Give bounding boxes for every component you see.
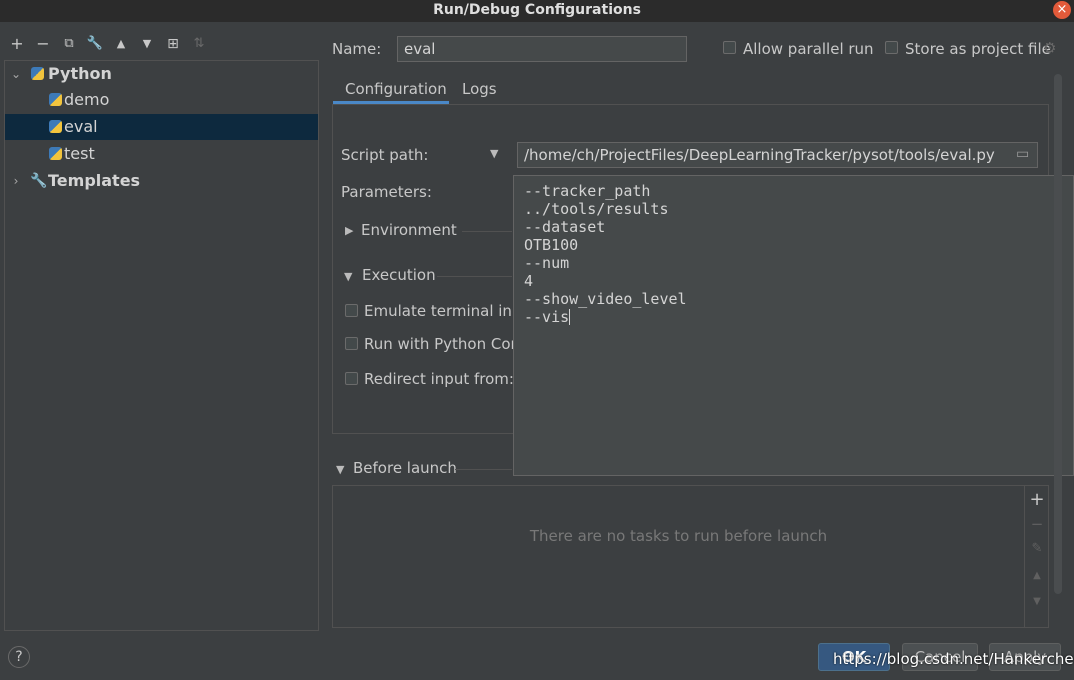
parameters-text: --tracker_path ../tools/results --datase… bbox=[524, 182, 687, 326]
name-input[interactable]: eval bbox=[397, 36, 687, 62]
chevron-right-icon[interactable]: ▶ bbox=[345, 224, 353, 237]
configurations-tree: ⌄ Python demo eval test › 🔧 Templates bbox=[4, 60, 319, 631]
sort-icon[interactable]: ⇅ bbox=[189, 34, 209, 54]
close-icon[interactable]: × bbox=[1053, 1, 1071, 19]
tree-label: test bbox=[64, 144, 95, 163]
scrollbar[interactable] bbox=[1054, 74, 1062, 594]
copy-icon[interactable]: ⧉ bbox=[59, 34, 79, 54]
divider bbox=[455, 469, 512, 470]
folder-icon[interactable]: ▭ bbox=[1016, 146, 1029, 162]
watermark: https://blog.csdn.net/Hankerchen bbox=[833, 650, 1074, 668]
store-project-label: Store as project file bbox=[905, 40, 1051, 58]
python-icon bbox=[49, 147, 62, 160]
environment-section[interactable]: Environment bbox=[361, 221, 457, 239]
tree-item-templates[interactable]: › 🔧 Templates bbox=[5, 168, 318, 194]
script-type-dropdown-icon[interactable]: ▼ bbox=[490, 147, 498, 160]
chevron-down-icon[interactable]: ▼ bbox=[336, 463, 344, 476]
tree-item-eval[interactable]: eval bbox=[5, 114, 318, 140]
window-title: Run/Debug Configurations bbox=[0, 0, 1074, 22]
emulate-terminal-checkbox[interactable] bbox=[345, 304, 358, 317]
help-button[interactable]: ? bbox=[8, 646, 30, 668]
move-up-icon[interactable]: ▲ bbox=[111, 34, 131, 54]
store-project-checkbox[interactable] bbox=[885, 41, 898, 54]
add-icon[interactable]: + bbox=[1025, 489, 1049, 510]
before-launch-empty-message: There are no tasks to run before launch bbox=[529, 527, 828, 545]
move-up-icon[interactable]: ▲ bbox=[1025, 570, 1049, 581]
before-launch-section[interactable]: Before launch bbox=[353, 459, 457, 477]
python-icon bbox=[49, 120, 62, 133]
allow-parallel-checkbox[interactable] bbox=[723, 41, 736, 54]
edit-icon[interactable]: ✎ bbox=[1025, 541, 1049, 556]
add-icon[interactable]: + bbox=[7, 34, 27, 54]
chevron-right-icon[interactable]: › bbox=[9, 168, 23, 194]
tree-label: demo bbox=[64, 90, 110, 109]
chevron-down-icon[interactable]: ⌄ bbox=[9, 61, 23, 87]
move-down-icon[interactable]: ▼ bbox=[1025, 596, 1049, 607]
gear-icon[interactable]: ⚙ bbox=[1043, 39, 1056, 57]
tree-item-python[interactable]: ⌄ Python bbox=[5, 61, 318, 87]
chevron-down-icon[interactable]: ▼ bbox=[344, 270, 352, 283]
tree-item-demo[interactable]: demo bbox=[5, 87, 318, 113]
tab-configuration[interactable]: Configuration bbox=[345, 80, 447, 98]
divider bbox=[462, 231, 512, 232]
divider bbox=[437, 276, 512, 277]
before-launch-list bbox=[332, 485, 1025, 628]
parameters-editor[interactable]: --tracker_path ../tools/results --datase… bbox=[513, 175, 1074, 476]
tab-logs[interactable]: Logs bbox=[462, 80, 497, 98]
wrench-icon[interactable]: 🔧 bbox=[85, 34, 105, 54]
folder-add-icon[interactable]: ⊞ bbox=[163, 34, 183, 54]
redirect-input-checkbox[interactable] bbox=[345, 372, 358, 385]
text-cursor bbox=[569, 309, 571, 325]
python-icon bbox=[31, 67, 44, 80]
move-down-icon[interactable]: ▼ bbox=[137, 34, 157, 54]
emulate-terminal-label: Emulate terminal in o bbox=[364, 302, 526, 320]
tree-label: eval bbox=[64, 117, 98, 136]
tree-label: Python bbox=[48, 64, 112, 83]
wrench-icon: 🔧 bbox=[30, 173, 48, 189]
script-path-label: Script path: bbox=[341, 146, 429, 164]
python-console-checkbox[interactable] bbox=[345, 337, 358, 350]
redirect-input-label: Redirect input from: bbox=[364, 370, 514, 388]
name-label: Name: bbox=[332, 40, 382, 58]
tree-item-test[interactable]: test bbox=[5, 141, 318, 167]
script-path-input[interactable]: /home/ch/ProjectFiles/DeepLearningTracke… bbox=[517, 142, 1038, 168]
execution-section[interactable]: Execution bbox=[362, 266, 436, 284]
remove-icon[interactable]: − bbox=[1025, 515, 1049, 533]
remove-icon[interactable]: − bbox=[33, 34, 53, 54]
allow-parallel-label: Allow parallel run bbox=[743, 40, 874, 58]
tree-label: Templates bbox=[48, 171, 141, 190]
parameters-label: Parameters: bbox=[341, 183, 432, 201]
python-icon bbox=[49, 93, 62, 106]
python-console-label: Run with Python Cons bbox=[364, 335, 528, 353]
before-launch-toolbar: + − ✎ ▲ ▼ bbox=[1025, 485, 1049, 628]
